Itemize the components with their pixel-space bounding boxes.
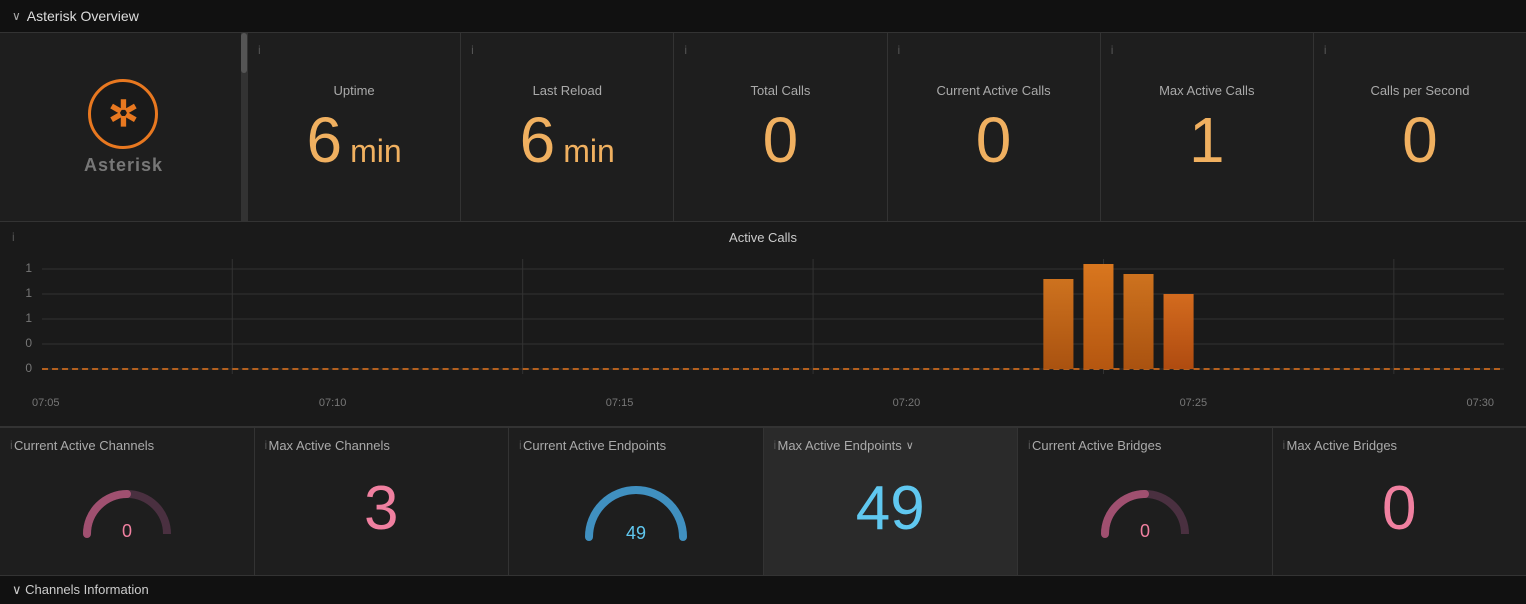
card-label-max-active-endpoints[interactable]: Max Active Endpoints ∨ — [778, 438, 1004, 453]
stat-label-last-reload: Last Reload — [477, 83, 657, 98]
info-icon[interactable]: i — [265, 438, 268, 452]
card-value-max-active-bridges: 0 — [1287, 453, 1513, 565]
info-icon[interactable]: i — [1028, 438, 1031, 452]
card-max-active-bridges: i Max Active Bridges 0 — [1273, 427, 1526, 575]
x-label-1: 07:05 — [32, 397, 60, 409]
card-current-active-channels: i Current Active Channels 0 — [0, 427, 255, 575]
stat-label-total-calls: Total Calls — [690, 83, 870, 98]
logo-card: ✲ Asterisk — [0, 33, 248, 221]
scrollbar[interactable] — [241, 33, 247, 221]
info-icon[interactable]: i — [258, 43, 261, 57]
scrollbar-thumb[interactable] — [241, 33, 247, 73]
asterisk-icon-circle: ✲ — [88, 79, 158, 149]
info-icon[interactable]: i — [774, 438, 777, 452]
stat-card-total-calls: i Total Calls 0 — [674, 33, 887, 221]
svg-text:1: 1 — [25, 261, 32, 275]
stat-card-current-active-calls: i Current Active Calls 0 — [888, 33, 1101, 221]
gauge-current-active-endpoints: 49 — [523, 453, 749, 565]
info-icon[interactable]: i — [898, 43, 901, 57]
card-current-active-endpoints: i Current Active Endpoints 49 — [509, 427, 764, 575]
x-label-2: 07:10 — [319, 397, 347, 409]
stat-value-max-active-calls: 1 — [1117, 108, 1297, 172]
chart-x-labels: 07:05 07:10 07:15 07:20 07:25 07:30 — [12, 397, 1514, 409]
stat-value-total-calls: 0 — [690, 108, 870, 172]
stat-label-calls-per-second: Calls per Second — [1330, 83, 1510, 98]
chevron-down-icon[interactable]: ∨ — [906, 439, 914, 452]
stat-label-max-active-calls: Max Active Calls — [1117, 83, 1297, 98]
card-label-current-active-channels: Current Active Channels — [14, 438, 240, 453]
stats-row: ✲ Asterisk i Uptime 6 min i Last Reload … — [0, 33, 1526, 222]
svg-text:0: 0 — [25, 336, 32, 350]
stat-value-last-reload: 6 min — [477, 108, 657, 172]
info-icon[interactable]: i — [1324, 43, 1327, 57]
brand-name: Asterisk — [84, 155, 163, 176]
card-max-active-channels: i Max Active Channels 3 — [255, 427, 510, 575]
page-header: ∨ Asterisk Overview — [0, 0, 1526, 33]
gauge-svg-bridges: 0 — [1095, 479, 1195, 539]
active-calls-chart-section: i Active Calls 1 1 1 0 0 — [0, 222, 1526, 427]
stat-label-current-active-calls: Current Active Calls — [904, 83, 1084, 98]
chart-svg: 1 1 1 0 0 — [12, 249, 1514, 394]
svg-text:49: 49 — [626, 523, 646, 542]
asterisk-star-icon: ✲ — [108, 96, 138, 132]
x-label-4: 07:20 — [893, 397, 921, 409]
card-label-current-active-bridges: Current Active Bridges — [1032, 438, 1258, 453]
x-label-3: 07:15 — [606, 397, 634, 409]
page-title: Asterisk Overview — [27, 8, 139, 24]
svg-text:1: 1 — [25, 286, 32, 300]
x-label-5: 07:25 — [1180, 397, 1208, 409]
info-icon[interactable]: i — [471, 43, 474, 57]
info-icon[interactable]: i — [1111, 43, 1114, 57]
card-max-active-endpoints: i Max Active Endpoints ∨ 49 — [764, 427, 1019, 575]
x-label-6: 07:30 — [1466, 397, 1494, 409]
info-icon[interactable]: i — [684, 43, 687, 57]
gauge-svg-channels: 0 — [77, 479, 177, 539]
stat-value-current-active-calls: 0 — [904, 108, 1084, 172]
chart-area: 1 1 1 0 0 — [12, 249, 1514, 404]
stat-value-uptime: 6 min — [264, 108, 444, 172]
stat-card-last-reload: i Last Reload 6 min — [461, 33, 674, 221]
card-value-max-active-channels: 3 — [269, 453, 495, 565]
gauge-current-active-channels: 0 — [14, 453, 240, 565]
svg-text:0: 0 — [25, 361, 32, 375]
svg-text:0: 0 — [1140, 521, 1150, 539]
footer-channels-header[interactable]: ∨ Channels Information — [0, 575, 1526, 604]
stat-value-calls-per-second: 0 — [1330, 108, 1510, 172]
card-current-active-bridges: i Current Active Bridges 0 — [1018, 427, 1273, 575]
svg-text:0: 0 — [122, 521, 132, 539]
info-icon[interactable]: i — [519, 438, 522, 452]
gauge-current-active-bridges: 0 — [1032, 453, 1258, 565]
asterisk-logo: ✲ Asterisk — [84, 79, 163, 176]
gauge-svg-endpoints: 49 — [581, 477, 691, 542]
stat-card-calls-per-second: i Calls per Second 0 — [1314, 33, 1526, 221]
info-icon[interactable]: i — [1283, 438, 1286, 452]
card-label-max-active-bridges: Max Active Bridges — [1287, 438, 1513, 453]
svg-text:1: 1 — [25, 311, 32, 325]
chart-title: Active Calls — [12, 230, 1514, 245]
chart-info-icon[interactable]: i — [12, 230, 15, 244]
stat-card-uptime: i Uptime 6 min — [248, 33, 461, 221]
footer-label: ∨ Channels Information — [12, 582, 149, 597]
stat-card-max-active-calls: i Max Active Calls 1 — [1101, 33, 1314, 221]
stat-label-uptime: Uptime — [264, 83, 444, 98]
card-value-max-active-endpoints: 49 — [778, 453, 1004, 565]
card-label-max-active-channels: Max Active Channels — [269, 438, 495, 453]
info-icon[interactable]: i — [10, 438, 13, 452]
collapse-chevron[interactable]: ∨ — [12, 9, 21, 23]
card-label-current-active-endpoints: Current Active Endpoints — [523, 438, 749, 453]
bottom-cards-row: i Current Active Channels 0 i Max Active… — [0, 427, 1526, 575]
